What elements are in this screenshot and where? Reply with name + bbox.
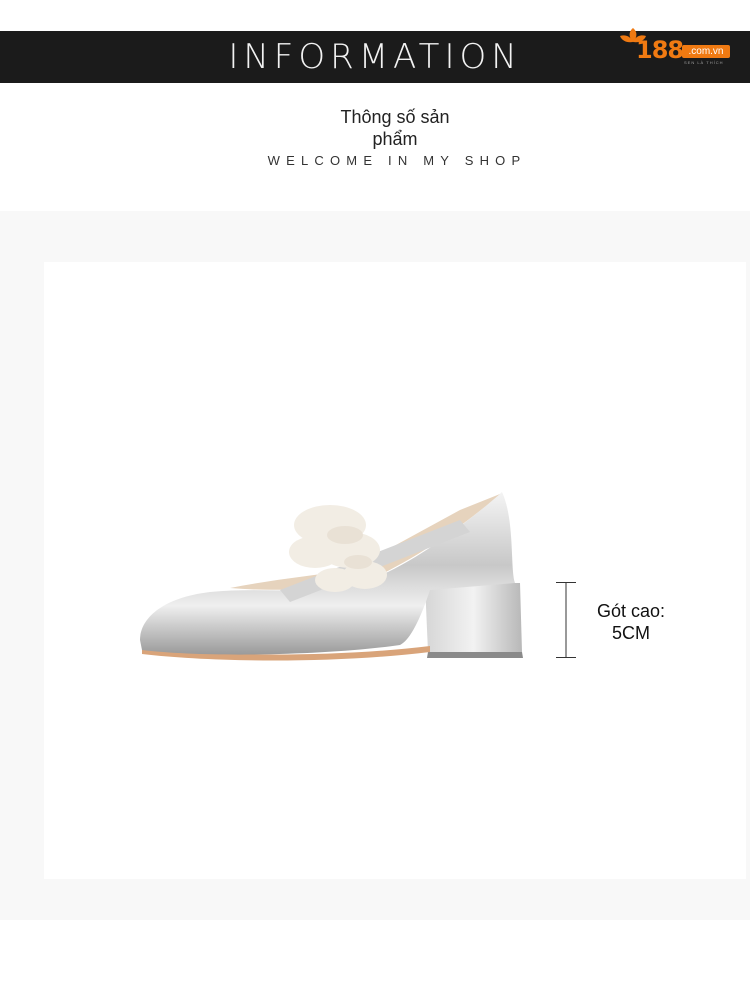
logo-tagline: SEN LÀ THÍCH xyxy=(684,60,724,65)
heel-label-line-2: 5CM xyxy=(611,623,650,643)
logo-domain: .com.vn xyxy=(682,45,730,58)
heel-height-label: Gót cao: 5CM xyxy=(583,600,679,644)
heading-line-2: phẩm xyxy=(372,129,418,149)
heading-line-1: Thông số sản xyxy=(340,107,450,127)
product-spec-heading: Thông số sản phẩm xyxy=(300,106,490,150)
welcome-text: WELCOME IN MY SHOP xyxy=(267,153,527,168)
silver-shoe-image xyxy=(140,492,523,661)
heel-label-line-1: Gót cao: xyxy=(596,601,666,621)
heel-height-indicator xyxy=(556,582,576,658)
site-logo[interactable]: 188 .com.vn SEN LÀ THÍCH xyxy=(618,24,736,68)
logo-number: 188 xyxy=(636,36,684,64)
